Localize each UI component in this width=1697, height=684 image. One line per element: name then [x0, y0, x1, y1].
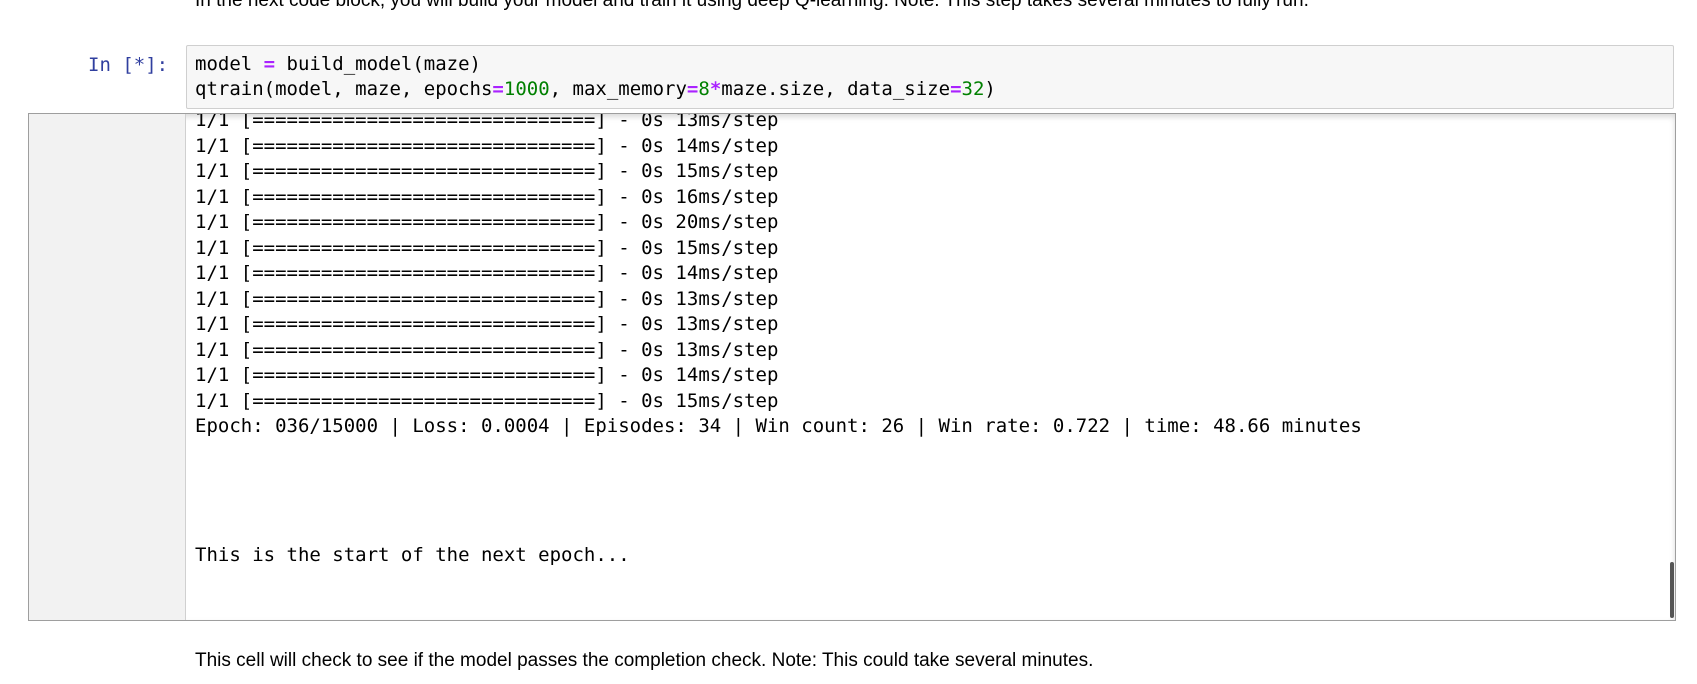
next-epoch-text: This is the start of the next epoch...	[195, 544, 630, 566]
output-line: 1/1 [==============================] - 0…	[195, 364, 779, 386]
output-prompt-area	[29, 114, 186, 620]
output-line: 1/1 [==============================] - 0…	[195, 160, 779, 182]
output-line: 1/1 [==============================] - 0…	[195, 236, 779, 259]
output-line: 1/1 [==============================] - 0…	[195, 113, 779, 131]
output-line: 1/1 [==============================] - 0…	[195, 262, 779, 284]
output-scrollbar[interactable]	[1670, 562, 1674, 618]
output-line: 1/1 [==============================] - 0…	[195, 185, 779, 208]
markdown-completion-check-text: This cell will check to see if the model…	[195, 650, 1094, 671]
input-prompt: In [*]:	[88, 54, 169, 76]
code-editor[interactable]: model = build_model(maze) qtrain(model, …	[195, 52, 996, 102]
output-log: 1/1 [==============================] - 0…	[195, 113, 1362, 440]
output-line: 1/1 [==============================] - 0…	[195, 338, 779, 361]
code-line-1: model = build_model(maze)	[195, 53, 481, 75]
code-input-area[interactable]: model = build_model(maze) qtrain(model, …	[186, 45, 1674, 109]
output-line: 1/1 [==============================] - 0…	[195, 211, 779, 233]
output-scroll-area[interactable]: 1/1 [==============================] - 0…	[28, 113, 1676, 621]
output-line: 1/1 [==============================] - 0…	[195, 287, 779, 310]
markdown-intro-text: In the next code block, you will build y…	[195, 0, 1309, 11]
code-line-2: qtrain(model, maze, epochs=1000, max_mem…	[195, 78, 996, 100]
output-line: 1/1 [==============================] - 0…	[195, 389, 779, 412]
output-line: 1/1 [==============================] - 0…	[195, 313, 779, 335]
epoch-summary-line: Epoch: 036/15000 | Loss: 0.0004 | Episod…	[195, 415, 1362, 437]
output-line: 1/1 [==============================] - 0…	[195, 134, 779, 157]
